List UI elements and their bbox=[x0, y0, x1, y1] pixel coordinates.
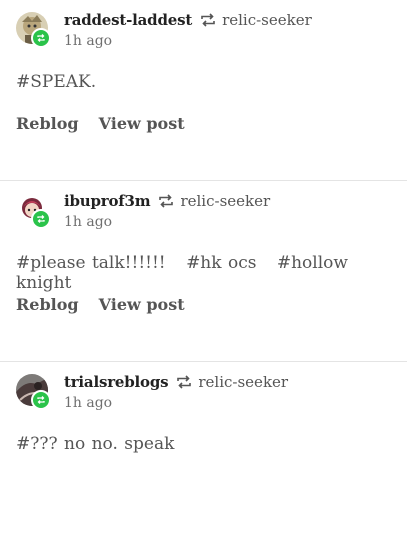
post-meta: ibuprof3m relic-seeker 1h ago bbox=[64, 191, 270, 230]
reblog-badge-icon bbox=[31, 209, 51, 229]
reblog-badge-icon bbox=[31, 390, 51, 410]
reblog-icon bbox=[200, 13, 216, 27]
username-link[interactable]: trialsreblogs bbox=[64, 373, 169, 391]
post-tags: #please talk!!!!!! #hk ocs #hollow knigh… bbox=[16, 253, 407, 293]
reblog-icon bbox=[176, 375, 192, 389]
tag-link[interactable]: #??? no no. speak bbox=[16, 434, 174, 454]
post-actions: Reblog View post bbox=[16, 295, 185, 314]
post-actions: Reblog View post bbox=[16, 114, 185, 133]
view-post-button[interactable]: View post bbox=[99, 114, 185, 133]
tag-link[interactable]: #SPEAK. bbox=[16, 72, 96, 92]
post-meta: raddest-laddest relic-seeker 1h ago bbox=[64, 10, 312, 49]
post-header: ibuprof3m relic-seeker 1h ago bbox=[16, 191, 396, 231]
avatar[interactable] bbox=[16, 193, 51, 229]
avatar[interactable] bbox=[16, 12, 51, 48]
post-tags: #SPEAK. bbox=[16, 72, 96, 92]
reblog-button[interactable]: Reblog bbox=[16, 114, 79, 133]
post-header: trialsreblogs relic-seeker 1h ago bbox=[16, 372, 396, 412]
source-blog-link[interactable]: relic-seeker bbox=[198, 373, 288, 391]
view-post-button[interactable]: View post bbox=[99, 295, 185, 314]
reblog-post: raddest-laddest relic-seeker 1h ago #SPE… bbox=[0, 0, 407, 180]
reblog-post: ibuprof3m relic-seeker 1h ago #please ta… bbox=[0, 180, 407, 361]
reblog-badge-icon bbox=[31, 28, 51, 48]
username-link[interactable]: raddest-laddest bbox=[64, 11, 192, 29]
post-timestamp[interactable]: 1h ago bbox=[64, 33, 312, 49]
avatar[interactable] bbox=[16, 374, 51, 410]
post-timestamp[interactable]: 1h ago bbox=[64, 395, 288, 411]
reblog-icon bbox=[158, 194, 174, 208]
reblog-post: trialsreblogs relic-seeker 1h ago #??? n… bbox=[0, 361, 407, 542]
source-blog-link[interactable]: relic-seeker bbox=[222, 11, 312, 29]
post-meta: trialsreblogs relic-seeker 1h ago bbox=[64, 372, 288, 411]
username-link[interactable]: ibuprof3m bbox=[64, 192, 151, 210]
post-timestamp[interactable]: 1h ago bbox=[64, 214, 270, 230]
tag-link[interactable]: #please talk!!!!!! bbox=[16, 253, 166, 273]
source-blog-link[interactable]: relic-seeker bbox=[180, 192, 270, 210]
post-tags: #??? no no. speak bbox=[16, 434, 174, 454]
reblog-feed: raddest-laddest relic-seeker 1h ago #SPE… bbox=[0, 0, 407, 542]
reblog-button[interactable]: Reblog bbox=[16, 295, 79, 314]
post-header: raddest-laddest relic-seeker 1h ago bbox=[16, 10, 396, 50]
tag-link[interactable]: #hk ocs bbox=[186, 253, 256, 273]
